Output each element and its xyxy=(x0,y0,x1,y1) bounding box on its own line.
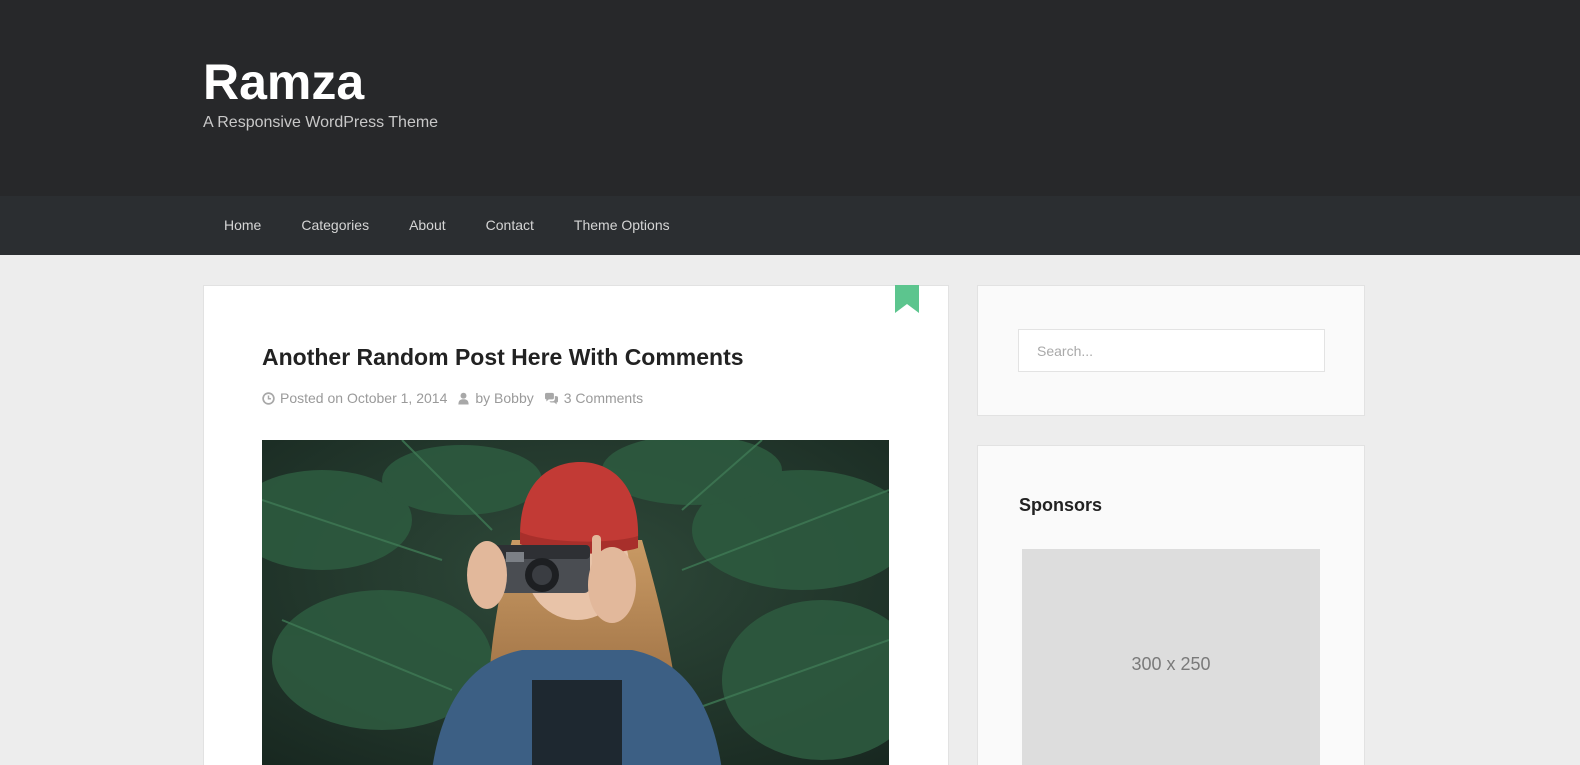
by-label: by xyxy=(475,390,491,406)
nav-item-contact[interactable]: Contact xyxy=(466,196,554,255)
nav-item-theme-options[interactable]: Theme Options xyxy=(554,196,690,255)
posted-label: Posted on xyxy=(280,390,344,406)
photo-illustration xyxy=(262,440,889,765)
search-input[interactable] xyxy=(1018,329,1325,372)
post-comments-link[interactable]: 3 Comments xyxy=(564,390,643,406)
nav-item-categories[interactable]: Categories xyxy=(281,196,389,255)
post-author-group: by Bobby xyxy=(457,390,534,406)
main-navigation: Home Categories About Contact Theme Opti… xyxy=(0,196,1580,255)
post-date-group: Posted on October 1, 2014 xyxy=(262,390,447,406)
clock-icon xyxy=(262,391,275,405)
post-author[interactable]: Bobby xyxy=(494,390,534,406)
nav-list: Home Categories About Contact Theme Opti… xyxy=(203,196,690,255)
bookmark-icon xyxy=(895,285,919,313)
post-title[interactable]: Another Random Post Here With Comments xyxy=(262,344,744,371)
site-title[interactable]: Ramza xyxy=(203,56,364,108)
user-icon xyxy=(458,392,469,405)
post-date[interactable]: October 1, 2014 xyxy=(347,390,447,406)
ad-size-label: 300 x 250 xyxy=(1131,653,1211,674)
site-description: A Responsive WordPress Theme xyxy=(203,114,439,131)
nav-item-home[interactable]: Home xyxy=(203,196,281,255)
post-meta: Posted on October 1, 2014 by Bobby 3 Com… xyxy=(262,390,653,406)
post-card: Another Random Post Here With Comments P… xyxy=(203,285,949,765)
site-header: Ramza A Responsive WordPress Theme xyxy=(0,0,1580,196)
sponsors-title: Sponsors xyxy=(1019,495,1103,515)
nav-item-about[interactable]: About xyxy=(389,196,466,255)
post-comments-group: 3 Comments xyxy=(544,390,643,406)
sponsors-widget: Sponsors 300 x 250 xyxy=(977,445,1365,765)
comments-icon xyxy=(544,392,558,404)
sponsor-ad-placeholder[interactable]: 300 x 250 xyxy=(1022,549,1320,765)
post-featured-image[interactable] xyxy=(262,440,889,765)
search-widget xyxy=(977,285,1365,416)
